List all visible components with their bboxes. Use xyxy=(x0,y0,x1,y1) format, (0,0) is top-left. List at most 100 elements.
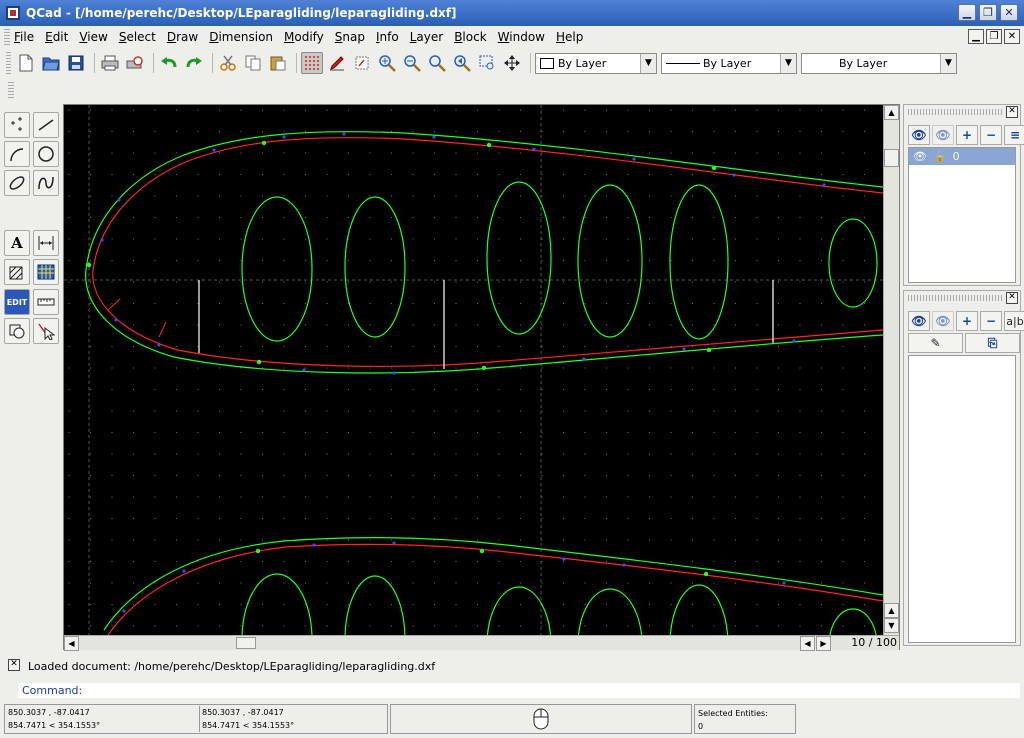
vertical-scroll-thumb[interactable] xyxy=(884,149,899,167)
menu-help[interactable]: Help xyxy=(556,30,591,44)
drawing-canvas[interactable] xyxy=(64,105,883,635)
close-icon[interactable]: ✕ xyxy=(1006,106,1018,118)
horizontal-scrollbar[interactable]: ◀ ◀ ▶ 10 / 100 xyxy=(64,635,899,651)
menu-modify[interactable]: Modify xyxy=(284,30,332,44)
zoom-out-icon[interactable] xyxy=(401,52,423,74)
image-tool-icon[interactable] xyxy=(33,259,59,285)
print-preview-icon[interactable] xyxy=(124,52,146,74)
circle-tool-icon[interactable] xyxy=(33,141,59,167)
scroll-up-icon[interactable]: ▲ xyxy=(884,603,899,618)
scroll-right-icon[interactable]: ▶ xyxy=(816,636,831,651)
remove-block-icon[interactable]: − xyxy=(980,311,1002,331)
text-tool-icon[interactable]: A xyxy=(4,230,30,256)
visible-eye-icon[interactable]: 👁 xyxy=(913,150,927,163)
doc-restore-button[interactable]: ❐ xyxy=(986,29,1002,44)
redraw-icon[interactable] xyxy=(351,52,373,74)
linewidth-combo[interactable]: By Layer ▼ xyxy=(801,52,957,74)
hatch-tool-icon[interactable] xyxy=(4,259,30,285)
zoom-auto-icon[interactable] xyxy=(426,52,448,74)
menu-snap[interactable]: Snap xyxy=(335,30,373,44)
scroll-left-icon[interactable]: ◀ xyxy=(800,636,815,651)
rel-polar: 854.7471 < 354.1553° xyxy=(202,721,295,730)
menu-grip[interactable] xyxy=(4,29,10,45)
menu-bar: File Edit View Select Draw Dimension Mod… xyxy=(0,26,1024,48)
menu-dimension[interactable]: Dimension xyxy=(209,30,281,44)
edit-tool-icon[interactable]: EDIT xyxy=(4,289,30,315)
dropdown-arrow-icon[interactable]: ▼ xyxy=(940,53,956,73)
show-all-blocks-icon[interactable]: 👁 xyxy=(908,311,930,331)
paste-icon[interactable] xyxy=(267,52,289,74)
print-icon[interactable] xyxy=(99,52,121,74)
cut-icon[interactable] xyxy=(217,52,239,74)
points-tool-icon[interactable] xyxy=(4,112,30,138)
doc-minimize-button[interactable]: ▁ xyxy=(968,29,984,44)
grid-icon[interactable] xyxy=(301,52,323,74)
dropdown-arrow-icon[interactable]: ▼ xyxy=(640,53,656,73)
zoom-window-icon[interactable] xyxy=(476,52,498,74)
close-icon[interactable]: ✕ xyxy=(1006,292,1018,304)
zoom-pan-icon[interactable] xyxy=(501,52,523,74)
copy-icon[interactable] xyxy=(242,52,264,74)
qcad-app-icon[interactable] xyxy=(6,6,20,20)
hide-all-layers-icon[interactable]: 👁 xyxy=(932,125,954,145)
scroll-up-icon[interactable]: ▲ xyxy=(884,105,899,120)
remove-layer-icon[interactable]: − xyxy=(980,125,1002,145)
hide-all-blocks-icon[interactable]: 👁 xyxy=(932,311,954,331)
menu-view[interactable]: View xyxy=(79,30,115,44)
edit-block-icon[interactable]: ✎ xyxy=(908,333,963,353)
block-list-panel: ✕ 👁 👁 + − a|b ✎ ⎘ xyxy=(903,290,1024,646)
layer-row[interactable]: 👁 🔒 0 xyxy=(909,148,1015,165)
menu-window[interactable]: Window xyxy=(498,30,553,44)
select-tool-icon[interactable] xyxy=(33,318,59,344)
menu-block[interactable]: Block xyxy=(454,30,494,44)
zoom-previous-icon[interactable] xyxy=(451,52,473,74)
dimension-tool-icon[interactable] xyxy=(33,230,59,256)
undo-icon[interactable] xyxy=(158,52,180,74)
scroll-down-icon[interactable]: ▼ xyxy=(884,618,899,633)
menu-select[interactable]: Select xyxy=(119,30,164,44)
toolbar-grip-secondary[interactable] xyxy=(8,82,14,98)
panel-grip[interactable] xyxy=(908,295,1002,301)
dropdown-arrow-icon[interactable]: ▼ xyxy=(780,53,796,73)
block-tool-icon[interactable] xyxy=(4,318,30,344)
add-layer-icon[interactable]: + xyxy=(956,125,978,145)
command-input[interactable] xyxy=(88,683,1020,698)
linetype-combo[interactable]: By Layer ▼ xyxy=(661,52,797,74)
redo-icon[interactable] xyxy=(183,52,205,74)
zoom-in-icon[interactable] xyxy=(376,52,398,74)
color-combo[interactable]: By Layer ▼ xyxy=(535,52,657,74)
lock-icon[interactable]: 🔒 xyxy=(933,150,947,163)
measure-tool-icon[interactable] xyxy=(33,289,59,315)
layer-toolbar: 👁 👁 + − ≡ xyxy=(908,125,1024,145)
menu-info[interactable]: Info xyxy=(376,30,407,44)
insert-block-icon[interactable]: ⎘ xyxy=(965,333,1020,353)
menu-draw[interactable]: Draw xyxy=(167,30,206,44)
menu-file[interactable]: File xyxy=(14,30,42,44)
scroll-left-icon[interactable]: ◀ xyxy=(64,636,79,651)
close-icon[interactable]: ✕ xyxy=(8,659,20,671)
arc-tool-icon[interactable] xyxy=(4,141,30,167)
cad-drawing[interactable] xyxy=(64,105,883,635)
menu-layer[interactable]: Layer xyxy=(410,30,451,44)
show-all-layers-icon[interactable]: 👁 xyxy=(908,125,930,145)
menu-edit[interactable]: Edit xyxy=(45,30,76,44)
edit-layer-icon[interactable]: ≡ xyxy=(1004,125,1024,145)
spline-tool-icon[interactable] xyxy=(33,170,59,196)
rename-block-icon[interactable]: a|b xyxy=(1004,311,1024,331)
toolbar-grip[interactable] xyxy=(6,52,11,74)
save-icon[interactable] xyxy=(65,52,87,74)
vertical-scrollbar[interactable]: ▲ ▲ ▼ xyxy=(883,105,899,635)
panel-grip[interactable] xyxy=(908,109,1002,115)
minimize-button[interactable]: ▁ xyxy=(958,4,976,21)
maximize-button[interactable]: ❐ xyxy=(979,4,997,21)
close-button[interactable]: ✕ xyxy=(1000,4,1018,21)
open-folder-icon[interactable] xyxy=(40,52,62,74)
add-block-icon[interactable]: + xyxy=(956,311,978,331)
line-tool-icon[interactable] xyxy=(33,112,59,138)
draft-icon[interactable] xyxy=(326,52,348,74)
new-document-icon[interactable] xyxy=(15,52,37,74)
horizontal-scroll-thumb[interactable] xyxy=(236,637,256,649)
layer-list-panel: ✕ 👁 👁 + − ≡ 👁 🔒 0 xyxy=(903,104,1024,286)
doc-close-button[interactable]: ✕ xyxy=(1004,29,1020,44)
ellipse-tool-icon[interactable] xyxy=(4,170,30,196)
